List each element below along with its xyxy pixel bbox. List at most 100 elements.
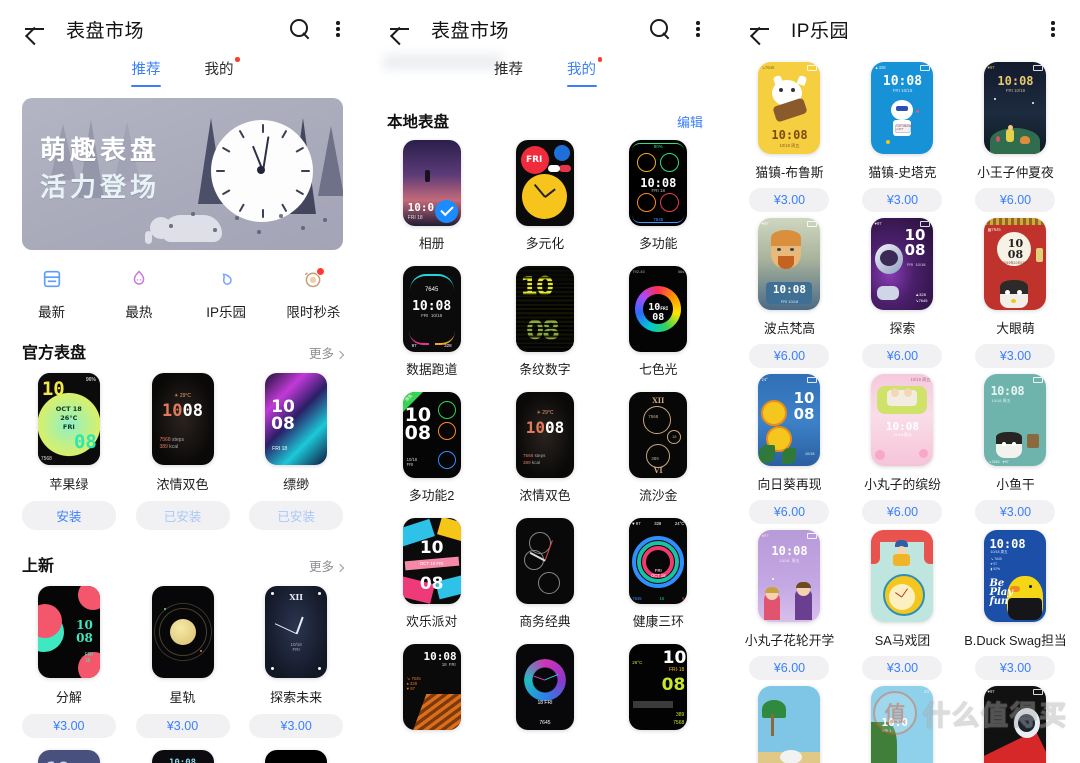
watchface-card[interactable]: 10:08 10/18 周五 ↘ 7645 ♥ 97 ▮ 92% Be Play fun… — [959, 530, 1072, 680]
watchface-preview[interactable]: 10:0 FRI 18 — [402, 140, 461, 226]
watchface-preview[interactable]: 24° 10 08 10/18 — [758, 374, 821, 466]
price-button[interactable]: ¥6.00 — [749, 344, 830, 368]
watchface-preview[interactable]: ☀ 26°C 10 FRI·18 08 389 7568 — [629, 644, 688, 730]
watchface-card[interactable]: 10:08 10/18 周五 ↘7645 ♥97 小鱼干 ¥3.00 — [959, 374, 1072, 524]
watchface-card[interactable]: 10 96% OCT 18 26°C FRI 08 7568 苹果绿 安装 — [12, 373, 126, 530]
watchface-preview[interactable]: ▲328 10:08 FRI 10/18 CAT MEOW CATT — [871, 62, 934, 154]
watchface-card[interactable]: 10 — [239, 750, 353, 763]
watchface-preview[interactable]: 18 FRI 7645 — [515, 644, 574, 730]
installed-button[interactable]: 已安装 — [135, 501, 230, 530]
more-vertical-icon[interactable] — [687, 16, 709, 42]
watchface-card[interactable]: 80% 10:08 FRI 18 7645 多功能 — [602, 140, 715, 252]
price-button[interactable]: ¥3.00 — [975, 500, 1056, 524]
watchface-card[interactable]: 10/18 周五 10:08 10/18 周五 小丸子的缤纷 ¥6.00 — [846, 374, 959, 524]
watchface-card[interactable]: ♥97 — [959, 686, 1072, 763]
back-arrow-icon[interactable] — [387, 16, 413, 42]
price-button[interactable]: ¥3.00 — [249, 714, 344, 738]
watchface-preview[interactable]: 10 08 — [515, 266, 574, 352]
price-button[interactable]: ¥3.00 — [135, 714, 230, 738]
watchface-preview[interactable]: 10 — [37, 750, 100, 763]
promo-banner[interactable]: 萌趣表盘 活力登场 — [22, 98, 343, 250]
more-vertical-icon[interactable] — [1042, 16, 1064, 42]
watchface-card[interactable]: 10:08 — [126, 750, 240, 763]
price-button[interactable]: ¥6.00 — [975, 188, 1056, 212]
watchface-preview[interactable] — [151, 586, 214, 678]
search-icon[interactable] — [287, 16, 313, 42]
watchface-card[interactable]: SA马戏团 ¥3.00 — [846, 530, 959, 680]
watchface-card[interactable]: ▦7645 10 08 2019年10月18日 大眼萌 ¥3.00 — [959, 218, 1072, 368]
price-button[interactable]: ¥3.00 — [21, 714, 116, 738]
watchface-card[interactable]: ☀ 29°C 1008 7568 steps 389 kcal 浓情双色 — [488, 392, 601, 504]
watchface-preview[interactable]: FRI — [515, 140, 574, 226]
watchface-preview[interactable]: ↘7645 10:08 10/18 周五 — [758, 62, 821, 154]
watchface-card[interactable]: ☀ 26°C 10 FRI·18 08 389 7568 — [602, 644, 715, 737]
watchface-card[interactable]: ♥97 10 08 FRI 10/18 ▲328 ↘7645 探索 ¥6.00 — [846, 218, 959, 368]
price-button[interactable]: ¥6.00 — [749, 500, 830, 524]
watchface-card[interactable]: FRI 多元化 — [488, 140, 601, 252]
watchface-preview[interactable]: ♥97 10:08 FRI 10/18 — [984, 62, 1047, 154]
price-button[interactable]: ¥3.00 — [749, 188, 830, 212]
watchface-preview[interactable] — [871, 530, 934, 622]
watchface-preview[interactable]: XII 10/18 FRI — [265, 586, 328, 678]
watchface-preview[interactable]: ☀ 29°C 1008 7568 steps 389 kcal — [515, 392, 574, 478]
watchface-card[interactable]: ☀ 29°C 1008 7568 steps 389 kcal 浓情双色 已安装 — [126, 373, 240, 530]
category-flash-sale[interactable]: 限时秒杀 — [270, 266, 357, 321]
install-button[interactable]: 安装 — [21, 501, 116, 530]
section-more-link[interactable]: 更多 — [309, 556, 345, 575]
price-button[interactable]: ¥6.00 — [862, 344, 943, 368]
watchface-preview[interactable]: 24° 10:0 FRI 1 — [871, 686, 934, 763]
watchface-preview[interactable]: 10 08 FRI 18 — [265, 373, 328, 465]
watchface-card[interactable]: 限免 10 08 10/18 FRI 多功能2 — [375, 392, 488, 504]
watchface-card[interactable]: ▲328 10:08 FRI 10/18 CAT MEOW CATT 猫镇-史塔克… — [846, 62, 959, 212]
watchface-card[interactable]: 10 OCT 18 FRI 08 欢乐派对 — [375, 518, 488, 630]
watchface-card[interactable]: 10:0 FRI 18 相册 — [375, 140, 488, 252]
price-button[interactable]: ¥3.00 — [862, 188, 943, 212]
watchface-preview[interactable]: 80% 10:08 FRI 18 7645 — [629, 140, 688, 226]
watchface-card[interactable]: XII 10/18 FRI 探索未来 ¥3.00 — [239, 586, 353, 738]
price-button[interactable]: ¥6.00 — [862, 500, 943, 524]
watchface-preview[interactable]: 10FRI 08 792-45 56s — [629, 266, 688, 352]
watchface-card[interactable]: 10 08 FRI 18 分解 ¥3.00 — [12, 586, 126, 738]
watchface-preview[interactable] — [758, 686, 821, 763]
category-hottest[interactable]: 最热 — [95, 266, 182, 321]
search-icon[interactable] — [647, 16, 673, 42]
category-ip-park[interactable]: IP乐园 — [183, 266, 270, 321]
price-button[interactable]: ¥3.00 — [975, 344, 1056, 368]
watchface-preview[interactable]: 10 96% OCT 18 26°C FRI 08 7568 — [37, 373, 100, 465]
watchface-card[interactable] — [733, 686, 846, 763]
watchface-card[interactable]: 24° 10:0 FRI 1 — [846, 686, 959, 763]
watchface-preview[interactable]: 10:08 10/18 周五 ↘7645 ♥97 — [984, 374, 1047, 466]
watchface-card[interactable]: 7645 10:08 FRI 10/18 97 328 数据跑道 — [375, 266, 488, 378]
watchface-preview[interactable]: ♥97 — [984, 686, 1047, 763]
watchface-card[interactable]: XII VI 7568 389 18 流沙金 — [602, 392, 715, 504]
back-arrow-icon[interactable] — [747, 16, 773, 42]
tab-recommend[interactable]: 推荐 — [494, 58, 523, 87]
watchface-card[interactable]: 10 08 条纹数字 — [488, 266, 601, 378]
watchface-preview[interactable]: 10:08 10/18 周五 ↘ 7645 ♥ 97 ▮ 92% Be Play fun — [984, 530, 1047, 622]
watchface-preview[interactable]: XII VI 7568 389 18 — [629, 392, 688, 478]
edit-button[interactable]: 编辑 — [677, 112, 703, 131]
watchface-card[interactable]: ♥ 97 328 24°C FRI OCT 18 7645 16 9 健康三环 — [602, 518, 715, 630]
tab-mine[interactable]: 我的 — [567, 57, 602, 87]
watchface-card[interactable]: 10FRI 08 792-45 56s 七色光 — [602, 266, 715, 378]
price-button[interactable]: ¥6.00 — [749, 656, 830, 680]
back-arrow-icon[interactable] — [22, 16, 48, 42]
watchface-preview[interactable]: ♥ 97 328 24°C FRI OCT 18 7645 16 9 — [629, 518, 688, 604]
watchface-card[interactable]: ♥97 10:08 FRI 10/18 小王子仲夏夜 ¥6.00 — [959, 62, 1072, 212]
section-more-link[interactable]: 更多 — [309, 343, 345, 362]
watchface-preview[interactable] — [515, 518, 574, 604]
watchface-card[interactable]: 24° 10 08 10/18 向日葵再现 ¥6.00 — [733, 374, 846, 524]
watchface-preview[interactable]: ♥97 10:08 FRI 10/18 — [758, 218, 821, 310]
watchface-preview[interactable]: 限免 10 08 10/18 FRI — [402, 392, 461, 478]
watchface-card[interactable]: ●97 10:08 10/18 周五 小丸子花轮开学 ¥6.00 — [733, 530, 846, 680]
watchface-preview[interactable]: ▦7645 10 08 2019年10月18日 — [984, 218, 1047, 310]
watchface-preview[interactable]: 10 — [265, 750, 328, 763]
watchface-preview[interactable]: ●97 10:08 10/18 周五 — [758, 530, 821, 622]
watchface-card[interactable]: 10 — [12, 750, 126, 763]
tab-mine[interactable]: 我的 — [205, 57, 240, 87]
watchface-preview[interactable]: 10 OCT 18 FRI 08 — [402, 518, 461, 604]
price-button[interactable]: ¥3.00 — [862, 656, 943, 680]
installed-button[interactable]: 已安装 — [249, 501, 344, 530]
watchface-card[interactable]: 10:08 18 FRI ↘ 7645 ♠ 328 ♥ 97 — [375, 644, 488, 737]
price-button[interactable]: ¥3.00 — [975, 656, 1056, 680]
